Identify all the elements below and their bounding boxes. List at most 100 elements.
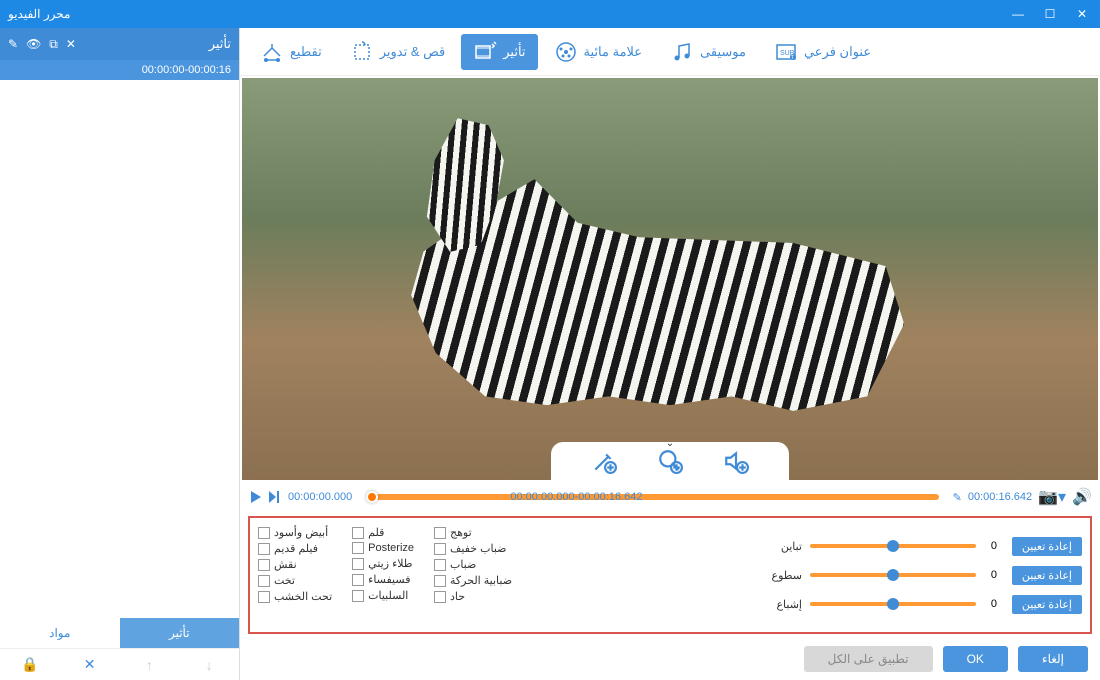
reset-button[interactable]: إعادة تعيين [1012, 537, 1082, 556]
step-button[interactable] [266, 489, 282, 505]
effect-checkbox[interactable]: تخت [258, 574, 332, 587]
tool-effect-label: تأثير [503, 44, 525, 60]
tool-trim[interactable]: تقطيع [248, 34, 334, 70]
checkbox-icon[interactable] [352, 542, 364, 554]
move-up-icon[interactable]: ↑ [120, 649, 180, 680]
effect-icon [473, 40, 497, 64]
slider-thumb[interactable] [887, 569, 899, 581]
checkbox-icon[interactable] [434, 575, 446, 587]
sidebar-header: ✎ 👁 ⧉ ✕ تأثير [0, 28, 239, 60]
wand-tool-icon[interactable] [591, 448, 617, 474]
checkbox-icon[interactable] [258, 559, 270, 571]
effect-label: نقش [274, 558, 297, 571]
effect-checkbox[interactable]: طلاء زيتي [352, 557, 414, 570]
effect-checkbox[interactable]: ضبابية الحركة [434, 574, 512, 587]
timeline-handle[interactable] [366, 491, 378, 503]
cancel-button[interactable]: إلغاء [1018, 646, 1088, 672]
reset-button[interactable]: إعادة تعيين [1012, 566, 1082, 585]
tool-effect[interactable]: تأثير [461, 34, 537, 70]
effect-label: فسيفساء [368, 573, 410, 586]
effect-checkbox[interactable]: قلم [352, 526, 414, 539]
close-button[interactable]: ✕ [1072, 7, 1092, 21]
eye-icon[interactable]: 👁 [26, 37, 41, 52]
effect-checkbox[interactable]: أبيض وأسود [258, 526, 332, 539]
edit-icon[interactable]: ✎ [8, 37, 18, 52]
speaker-icon[interactable]: 🔊 [1072, 487, 1092, 507]
apply-all-button[interactable]: تطبيق على الكل [804, 646, 933, 672]
play-button[interactable] [248, 489, 264, 505]
checkbox-icon[interactable] [434, 527, 446, 539]
checkbox-icon[interactable] [258, 527, 270, 539]
zoom-tool-icon[interactable]: ⌄ [657, 448, 683, 474]
effect-label: ضبابية الحركة [450, 574, 512, 587]
checkbox-icon[interactable] [352, 527, 364, 539]
slider-label: تباين [762, 540, 802, 553]
effect-checkbox[interactable]: ضباب خفيف [434, 542, 512, 555]
effect-checkbox[interactable]: نقش [258, 558, 332, 571]
svg-text:T: T [791, 55, 794, 61]
reset-button[interactable]: إعادة تعيين [1012, 595, 1082, 614]
checkbox-icon[interactable] [258, 575, 270, 587]
checkbox-icon[interactable] [352, 574, 364, 586]
video-preview: ⌄ [242, 78, 1098, 480]
slider-track[interactable] [810, 573, 976, 577]
effect-label: ضباب خفيف [450, 542, 507, 555]
tool-crop[interactable]: قص & تدوير [338, 34, 458, 70]
watermark-icon [554, 40, 578, 64]
music-icon [670, 40, 694, 64]
lock-icon[interactable]: 🔒 [0, 649, 60, 680]
slider-row: إشباع 0 إعادة تعيين [762, 595, 1082, 614]
maximize-button[interactable]: ☐ [1040, 7, 1060, 21]
checkbox-icon[interactable] [258, 543, 270, 555]
effect-checkbox[interactable]: ضباب [434, 558, 512, 571]
slider-label: إشباع [762, 598, 802, 611]
ok-button[interactable]: OK [943, 646, 1008, 672]
checkbox-icon[interactable] [434, 591, 446, 603]
camera-icon[interactable]: 📷▾ [1038, 487, 1066, 507]
checkbox-icon[interactable] [434, 543, 446, 555]
effect-checkbox[interactable]: السلبيات [352, 589, 414, 602]
delete-icon[interactable]: ✕ [60, 649, 120, 680]
close-panel-icon[interactable]: ✕ [66, 37, 76, 52]
sidebar-tab-effect[interactable]: تأثير [120, 618, 240, 648]
volume-tool-icon[interactable] [723, 448, 749, 474]
minimize-button[interactable]: — [1008, 7, 1028, 21]
effect-checkbox[interactable]: Posterize [352, 542, 414, 554]
checkbox-icon[interactable] [434, 559, 446, 571]
effect-checkbox[interactable]: فسيفساء [352, 573, 414, 586]
checkbox-icon[interactable] [258, 591, 270, 603]
effect-label: طلاء زيتي [368, 557, 412, 570]
timeline-track[interactable] [366, 494, 938, 500]
slider-thumb[interactable] [887, 540, 899, 552]
slider-value: 0 [984, 569, 1004, 581]
effect-label: أبيض وأسود [274, 526, 328, 539]
sidebar-title: تأثير [209, 36, 231, 52]
tool-watermark[interactable]: علامة مائية [542, 34, 655, 70]
clip-item[interactable]: 00:00:00-00:00:16 [0, 60, 239, 80]
slider-row: سطوع 0 إعادة تعيين [762, 566, 1082, 585]
slider-row: تباين 0 إعادة تعيين [762, 537, 1082, 556]
floating-tools: ⌄ [551, 442, 789, 480]
effect-checkbox[interactable]: فيلم قديم [258, 542, 332, 555]
effect-checkbox[interactable]: تحت الخشب [258, 590, 332, 603]
effect-checkbox[interactable]: توهج [434, 526, 512, 539]
effects-panel: أبيض وأسود فيلم قديم نقش تخت تحت الخشب قلم Pos… [248, 516, 1092, 634]
slider-value: 0 [984, 598, 1004, 610]
slider-thumb[interactable] [887, 598, 899, 610]
effect-checkbox[interactable]: حاد [434, 590, 512, 603]
copy-icon[interactable]: ⧉ [49, 37, 58, 52]
tool-crop-label: قص & تدوير [380, 44, 446, 60]
slider-value: 0 [984, 540, 1004, 552]
sidebar-tab-materials[interactable]: مواد [0, 618, 120, 648]
tool-music[interactable]: موسيقى [658, 34, 758, 70]
slider-track[interactable] [810, 544, 976, 548]
effect-label: Posterize [368, 542, 414, 554]
tool-subtitle-label: عنوان فرعي [804, 44, 871, 60]
tool-subtitle[interactable]: SUBT عنوان فرعي [762, 34, 883, 70]
checkbox-icon[interactable] [352, 590, 364, 602]
tool-trim-label: تقطيع [290, 44, 322, 60]
slider-track[interactable] [810, 602, 976, 606]
effect-label: قلم [368, 526, 384, 539]
checkbox-icon[interactable] [352, 558, 364, 570]
move-down-icon[interactable]: ↓ [179, 649, 239, 680]
